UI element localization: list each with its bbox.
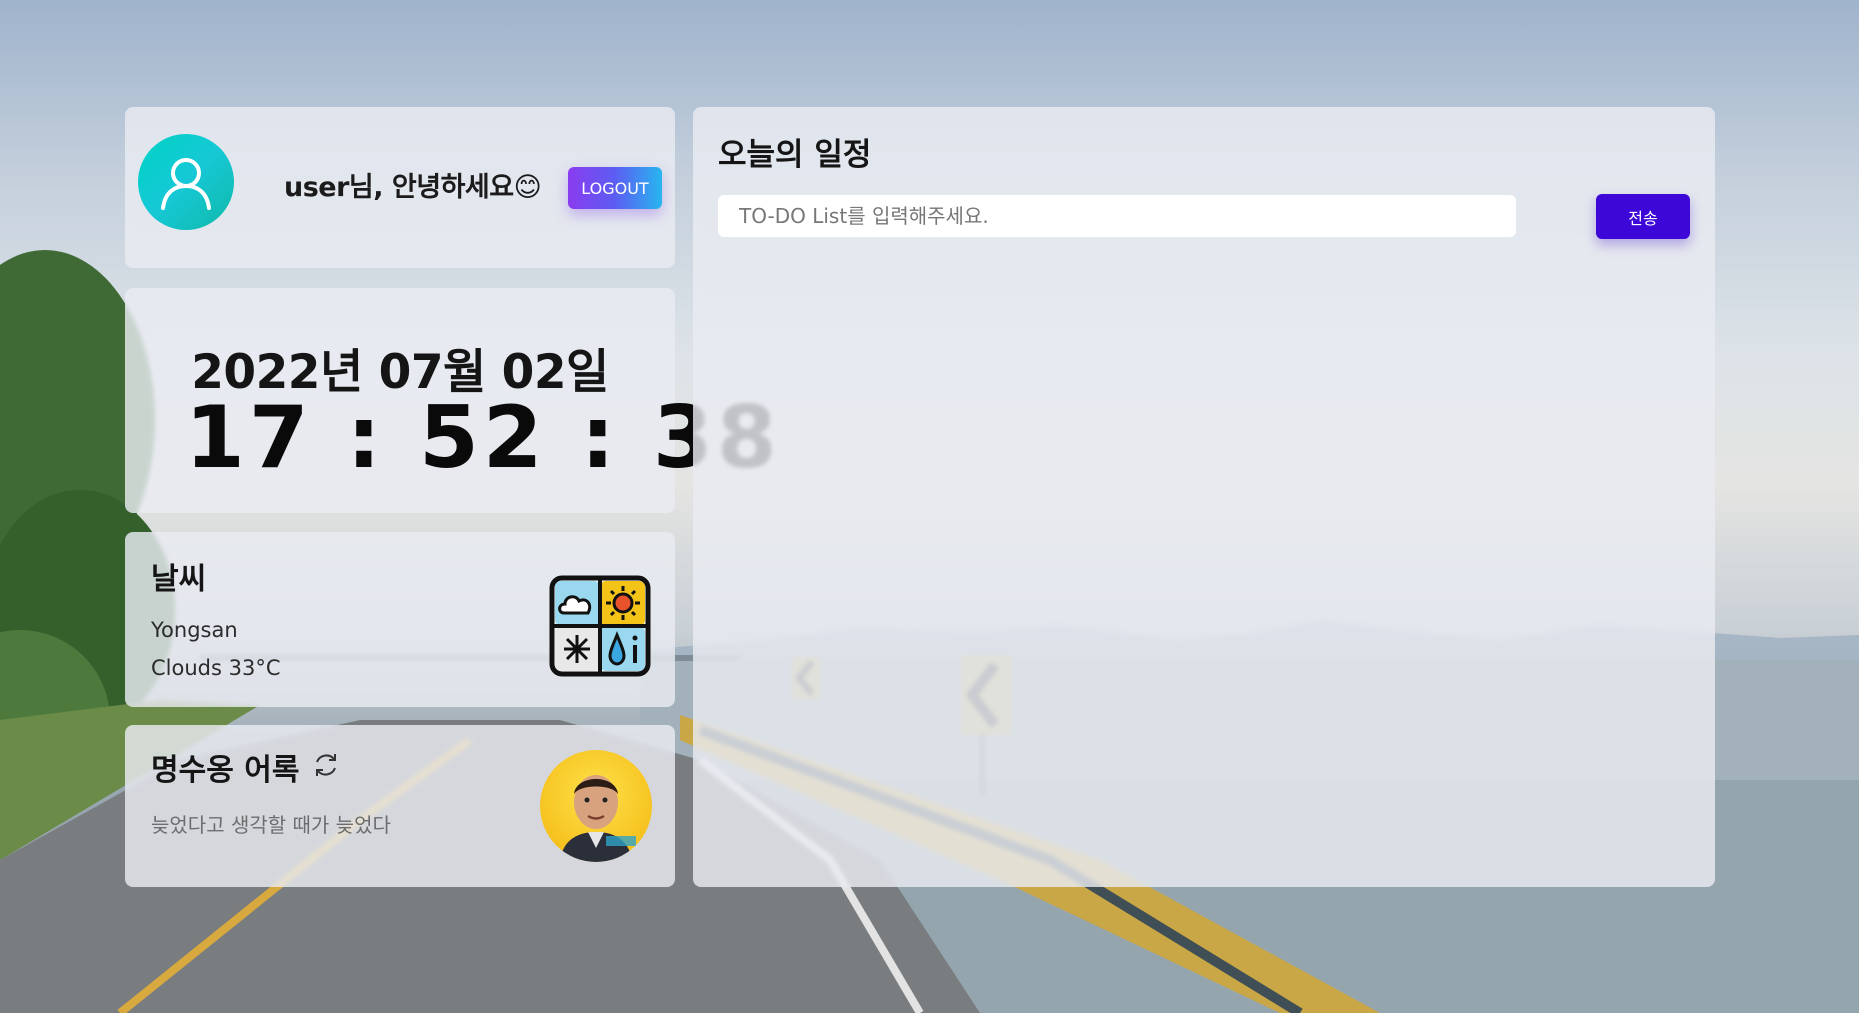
submit-button[interactable]: 전송 bbox=[1596, 194, 1690, 239]
todo-card: 오늘의 일정 전송 bbox=[693, 107, 1715, 887]
weather-icon bbox=[549, 575, 651, 677]
clock-card: 2022년 07월 02일 17 : 52 : 38 bbox=[125, 288, 777, 513]
todo-title: 오늘의 일정 bbox=[718, 137, 872, 173]
weather-card: 날씨 Yongsan Clouds 33°C bbox=[125, 532, 675, 707]
logout-button[interactable]: LOGOUT bbox=[568, 167, 662, 209]
weather-title: 날씨 bbox=[151, 562, 207, 597]
weather-description: Clouds 33°C bbox=[151, 656, 281, 680]
quote-author-avatar bbox=[540, 750, 652, 862]
current-time: 17 : 52 : 38 bbox=[185, 388, 781, 488]
quote-title: 명수옹 어록 bbox=[151, 753, 300, 788]
refresh-icon[interactable] bbox=[311, 750, 341, 780]
quote-card: 명수옹 어록 늦었다고 생각할 때가 늦었다 bbox=[125, 725, 675, 887]
profile-card: user님, 안녕하세요😊 LOGOUT bbox=[125, 107, 675, 268]
quote-text: 늦었다고 생각할 때가 늦었다 bbox=[151, 813, 391, 837]
weather-location: Yongsan bbox=[151, 618, 238, 642]
greeting-text: user님, 안녕하세요😊 bbox=[284, 172, 542, 203]
user-avatar-icon bbox=[138, 134, 234, 230]
todo-input[interactable] bbox=[718, 195, 1516, 237]
